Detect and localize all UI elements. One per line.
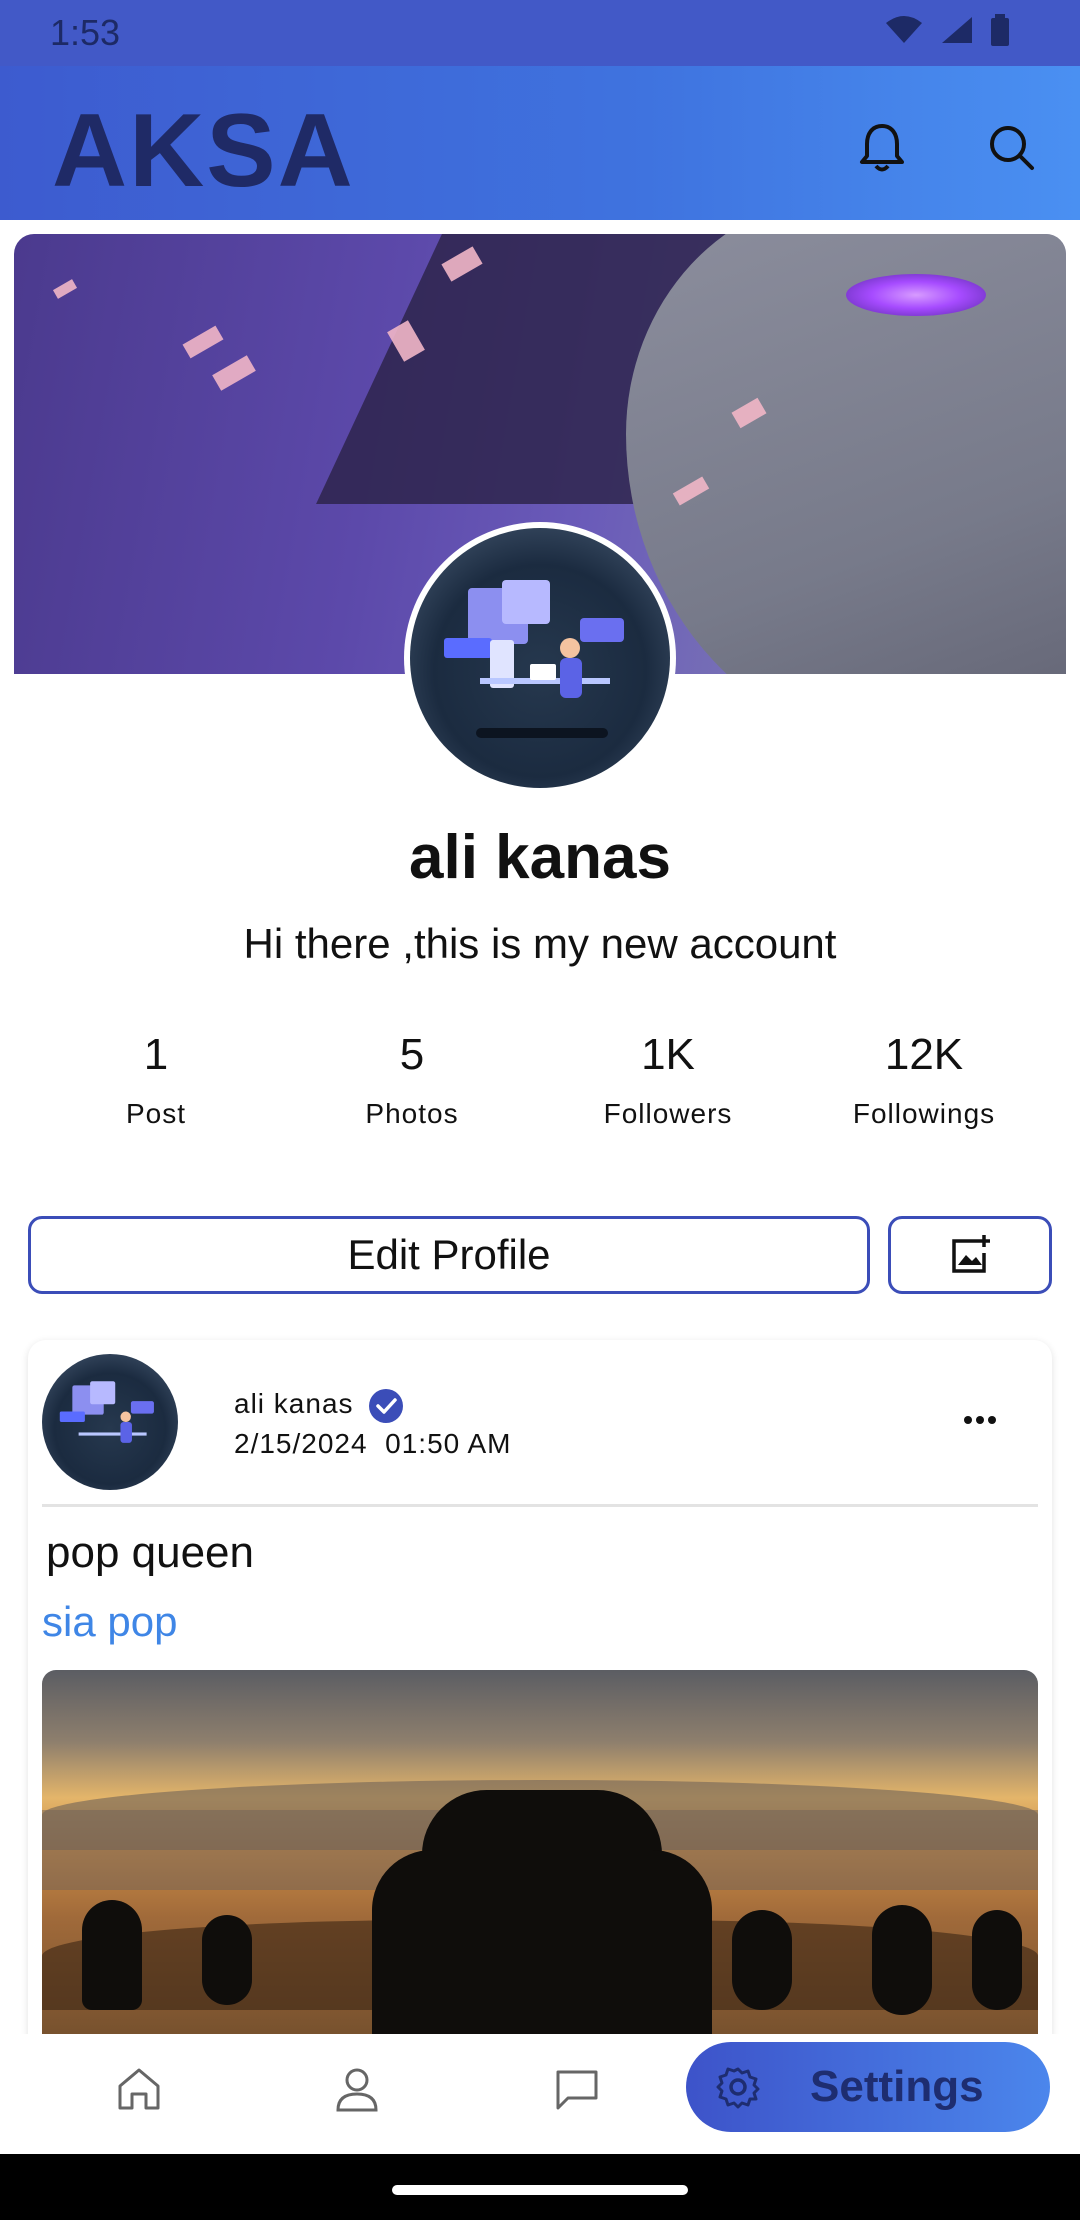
post-divider bbox=[42, 1504, 1038, 1507]
settings-label: Settings bbox=[810, 2062, 984, 2111]
avatar bbox=[410, 528, 670, 788]
status-time: 1:53 bbox=[50, 12, 121, 53]
stat-label: Photos bbox=[365, 1098, 459, 1129]
more-horizontal-icon[interactable] bbox=[962, 1412, 998, 1428]
profile-stats: 1 Post 5 Photos 1K Followers 12K Followi… bbox=[28, 1030, 1052, 1130]
post-time: 01:50 AM bbox=[385, 1428, 512, 1459]
signal-icon bbox=[942, 17, 972, 43]
post-title: pop queen bbox=[46, 1528, 254, 1577]
post-timestamp: 2/15/2024 01:50 AM bbox=[234, 1428, 511, 1460]
nav-home[interactable] bbox=[112, 2062, 166, 2116]
system-navigation-bar bbox=[0, 2154, 1080, 2220]
home-gesture-handle[interactable] bbox=[392, 2185, 688, 2195]
stat-value: 1 bbox=[143, 1030, 169, 1079]
edit-profile-button[interactable]: Edit Profile bbox=[28, 1216, 870, 1294]
stat-label: Followings bbox=[852, 1098, 996, 1129]
gear-icon bbox=[716, 2067, 760, 2109]
stat-followings[interactable]: 12K Followings bbox=[796, 1030, 1052, 1130]
notifications-button[interactable] bbox=[850, 116, 914, 180]
profile-name: ali kanas bbox=[409, 823, 671, 892]
post-date: 2/15/2024 bbox=[234, 1428, 368, 1459]
post-card[interactable]: ali kanas 2/15/2024 01:50 AM pop queen s… bbox=[28, 1340, 1052, 2060]
post-tag-link[interactable]: sia pop bbox=[42, 1598, 177, 1646]
status-bar: 1:53 bbox=[0, 0, 1080, 66]
search-icon bbox=[990, 126, 1034, 170]
post-author-avatar[interactable] bbox=[42, 1354, 178, 1490]
stat-posts[interactable]: 1 Post bbox=[28, 1030, 284, 1130]
bell-icon bbox=[860, 124, 904, 172]
stat-photos[interactable]: 5 Photos bbox=[284, 1030, 540, 1130]
app-bar: AKSA bbox=[0, 66, 1080, 220]
stat-label: Followers bbox=[603, 1098, 733, 1129]
post-author-name[interactable]: ali kanas bbox=[234, 1388, 354, 1420]
bottom-navigation: Settings bbox=[0, 2034, 1080, 2154]
nav-settings[interactable]: Settings bbox=[686, 2042, 1050, 2132]
profile-avatar[interactable] bbox=[404, 522, 676, 794]
stat-label: Post bbox=[125, 1098, 187, 1129]
nav-chat[interactable] bbox=[550, 2062, 604, 2116]
stat-value: 5 bbox=[399, 1030, 425, 1079]
profile-bio: Hi there ,this is my new account bbox=[243, 920, 837, 967]
home-icon bbox=[118, 2068, 160, 2110]
stat-followers[interactable]: 1K Followers bbox=[540, 1030, 796, 1130]
verified-badge-icon bbox=[369, 1389, 403, 1423]
stat-value: 12K bbox=[884, 1030, 964, 1079]
wifi-icon bbox=[886, 16, 922, 43]
app-title: AKSA bbox=[52, 93, 355, 209]
stat-value: 1K bbox=[641, 1030, 695, 1079]
profile-icon bbox=[336, 2068, 378, 2112]
add-photo-icon bbox=[952, 1235, 990, 1273]
chat-icon bbox=[556, 2070, 598, 2110]
post-image[interactable] bbox=[42, 1670, 1038, 2060]
status-icons bbox=[884, 14, 1010, 46]
search-button[interactable] bbox=[980, 116, 1044, 180]
battery-icon bbox=[991, 14, 1009, 46]
nav-profile[interactable] bbox=[330, 2062, 384, 2116]
add-photo-button[interactable] bbox=[888, 1216, 1052, 1294]
